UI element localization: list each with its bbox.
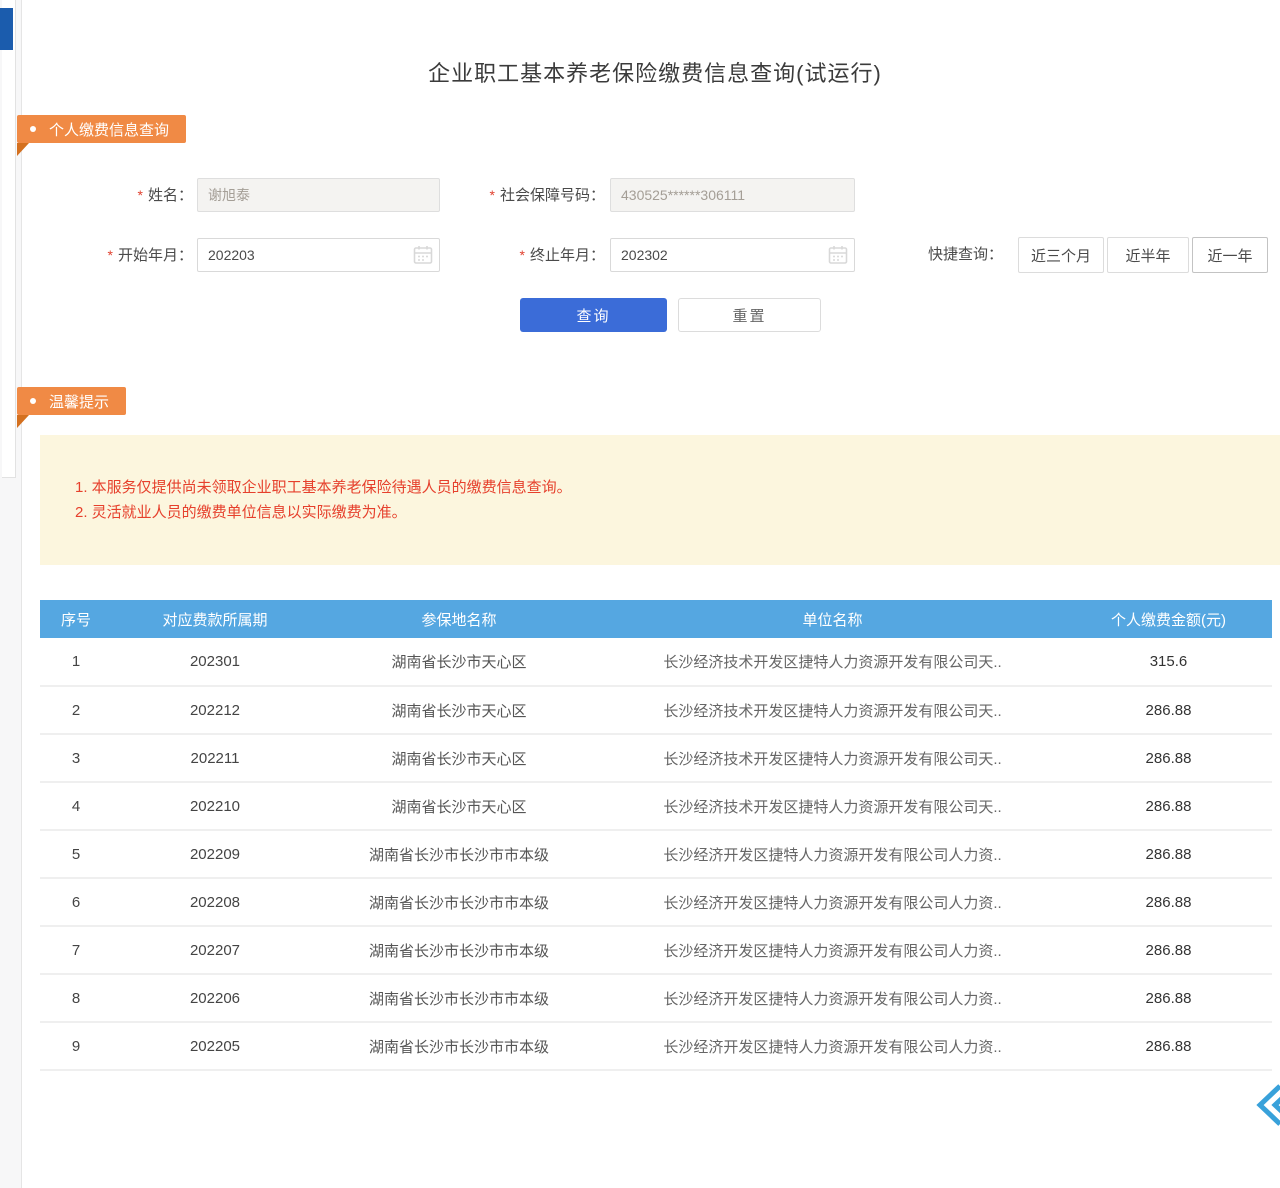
cell-period: 202208 <box>112 878 318 926</box>
cell-location: 湖南省长沙市长沙市市本级 <box>318 1022 600 1070</box>
cell-index: 5 <box>40 830 112 878</box>
col-header-company: 单位名称 <box>600 600 1065 638</box>
col-header-location: 参保地名称 <box>318 600 600 638</box>
cell-amount: 286.88 <box>1065 782 1272 830</box>
cell-index: 1 <box>40 638 112 686</box>
cell-location: 湖南省长沙市长沙市市本级 <box>318 878 600 926</box>
start-month-input[interactable] <box>197 238 440 272</box>
cell-location: 湖南省长沙市长沙市市本级 <box>318 974 600 1022</box>
end-month-input[interactable] <box>610 238 855 272</box>
cell-period: 202205 <box>112 1022 318 1070</box>
cell-amount: 286.88 <box>1065 830 1272 878</box>
tips-notice-box: 1. 本服务仅提供尚未领取企业职工基本养老保险待遇人员的缴费信息查询。 2. 灵… <box>40 435 1280 565</box>
cell-company: 长沙经济技术开发区捷特人力资源开发有限公司天.. <box>600 782 1065 830</box>
table-row: 4 202210 湖南省长沙市天心区 长沙经济技术开发区捷特人力资源开发有限公司… <box>40 782 1272 830</box>
calendar-icon <box>828 245 848 265</box>
start-month-label: *开始年月： <box>60 238 193 273</box>
table-row: 7 202207 湖南省长沙市长沙市市本级 长沙经济开发区捷特人力资源开发有限公… <box>40 926 1272 974</box>
cell-index: 3 <box>40 734 112 782</box>
cell-company: 长沙经济技术开发区捷特人力资源开发有限公司天.. <box>600 734 1065 782</box>
table-row: 2 202212 湖南省长沙市天心区 长沙经济技术开发区捷特人力资源开发有限公司… <box>40 686 1272 734</box>
cell-company: 长沙经济技术开发区捷特人力资源开发有限公司天.. <box>600 638 1065 686</box>
bullet-dot-icon <box>30 398 36 404</box>
query-button[interactable]: 查询 <box>520 298 667 332</box>
quick-option-3-months[interactable]: 近三个月 <box>1018 237 1104 273</box>
cell-period: 202207 <box>112 926 318 974</box>
ssn-field <box>610 178 855 212</box>
start-month-picker[interactable] <box>197 238 440 272</box>
required-asterisk: * <box>108 247 113 263</box>
cell-period: 202211 <box>112 734 318 782</box>
cell-amount: 286.88 <box>1065 1022 1272 1070</box>
tip-line: 1. 本服务仅提供尚未领取企业职工基本养老保险待遇人员的缴费信息查询。 <box>75 475 1260 500</box>
cell-index: 6 <box>40 878 112 926</box>
collapsed-side-panel <box>2 0 16 478</box>
cell-period: 202209 <box>112 830 318 878</box>
required-asterisk: * <box>520 247 525 263</box>
cell-amount: 286.88 <box>1065 926 1272 974</box>
ssn-label: *社会保障号码： <box>430 178 605 213</box>
name-label: *姓名： <box>60 178 193 213</box>
cell-index: 4 <box>40 782 112 830</box>
section-badge-tips: 温馨提示 <box>17 387 126 415</box>
table-row: 6 202208 湖南省长沙市长沙市市本级 长沙经济开发区捷特人力资源开发有限公… <box>40 878 1272 926</box>
cell-location: 湖南省长沙市天心区 <box>318 782 600 830</box>
quick-option-half-year[interactable]: 近半年 <box>1107 237 1189 273</box>
cell-index: 9 <box>40 1022 112 1070</box>
cell-company: 长沙经济开发区捷特人力资源开发有限公司人力资.. <box>600 974 1065 1022</box>
page-title: 企业职工基本养老保险缴费信息查询(试运行) <box>30 56 1280 88</box>
pension-query-page: { "page": { "title": "企业职工基本养老保险缴费信息查询(试… <box>0 0 1280 1188</box>
side-panel-blue-marker <box>0 8 13 50</box>
cell-company: 长沙经济开发区捷特人力资源开发有限公司人力资.. <box>600 1022 1065 1070</box>
cell-index: 7 <box>40 926 112 974</box>
col-header-period: 对应费款所属期 <box>112 600 318 638</box>
table-row: 5 202209 湖南省长沙市长沙市市本级 长沙经济开发区捷特人力资源开发有限公… <box>40 830 1272 878</box>
cell-location: 湖南省长沙市天心区 <box>318 686 600 734</box>
cell-company: 长沙经济开发区捷特人力资源开发有限公司人力资.. <box>600 926 1065 974</box>
cell-company: 长沙经济开发区捷特人力资源开发有限公司人力资.. <box>600 878 1065 926</box>
end-month-picker[interactable] <box>610 238 855 272</box>
cell-location: 湖南省长沙市天心区 <box>318 734 600 782</box>
table-row: 8 202206 湖南省长沙市长沙市市本级 长沙经济开发区捷特人力资源开发有限公… <box>40 974 1272 1022</box>
cell-amount: 286.88 <box>1065 686 1272 734</box>
cell-index: 2 <box>40 686 112 734</box>
table-row: 9 202205 湖南省长沙市长沙市市本级 长沙经济开发区捷特人力资源开发有限公… <box>40 1022 1272 1070</box>
cell-amount: 286.88 <box>1065 734 1272 782</box>
bullet-dot-icon <box>30 126 36 132</box>
required-asterisk: * <box>490 187 495 203</box>
cell-location: 湖南省长沙市长沙市市本级 <box>318 830 600 878</box>
table-row: 1 202301 湖南省长沙市天心区 长沙经济技术开发区捷特人力资源开发有限公司… <box>40 638 1272 686</box>
cell-index: 8 <box>40 974 112 1022</box>
reset-button[interactable]: 重置 <box>678 298 821 332</box>
required-asterisk: * <box>138 187 143 203</box>
cell-amount: 315.6 <box>1065 638 1272 686</box>
name-field <box>197 178 440 212</box>
col-header-amount: 个人缴费金额(元) <box>1065 600 1272 638</box>
cell-amount: 286.88 <box>1065 878 1272 926</box>
col-header-index: 序号 <box>40 600 112 638</box>
section-badge-label: 温馨提示 <box>49 391 109 412</box>
payment-records-table: 序号 对应费款所属期 参保地名称 单位名称 个人缴费金额(元) 1 202301… <box>40 600 1272 1071</box>
quick-query-label: 快捷查询： <box>928 237 1003 273</box>
cell-period: 202212 <box>112 686 318 734</box>
chevron-double-left-icon[interactable] <box>1253 1082 1280 1128</box>
cell-period: 202210 <box>112 782 318 830</box>
tip-line: 2. 灵活就业人员的缴费单位信息以实际缴费为准。 <box>75 500 1260 525</box>
cell-location: 湖南省长沙市长沙市市本级 <box>318 926 600 974</box>
cell-period: 202301 <box>112 638 318 686</box>
section-badge-label: 个人缴费信息查询 <box>49 119 169 140</box>
cell-company: 长沙经济技术开发区捷特人力资源开发有限公司天.. <box>600 686 1065 734</box>
cell-amount: 286.88 <box>1065 974 1272 1022</box>
table-body: 1 202301 湖南省长沙市天心区 长沙经济技术开发区捷特人力资源开发有限公司… <box>40 638 1272 1070</box>
cell-location: 湖南省长沙市天心区 <box>318 638 600 686</box>
table-header-row: 序号 对应费款所属期 参保地名称 单位名称 个人缴费金额(元) <box>40 600 1272 638</box>
badge-fold-decoration <box>17 415 29 428</box>
cell-company: 长沙经济开发区捷特人力资源开发有限公司人力资.. <box>600 830 1065 878</box>
table-row: 3 202211 湖南省长沙市天心区 长沙经济技术开发区捷特人力资源开发有限公司… <box>40 734 1272 782</box>
badge-fold-decoration <box>17 143 29 156</box>
quick-option-one-year[interactable]: 近一年 <box>1192 237 1268 273</box>
end-month-label: *终止年月： <box>430 238 605 273</box>
cell-period: 202206 <box>112 974 318 1022</box>
section-badge-personal-query: 个人缴费信息查询 <box>17 115 186 143</box>
